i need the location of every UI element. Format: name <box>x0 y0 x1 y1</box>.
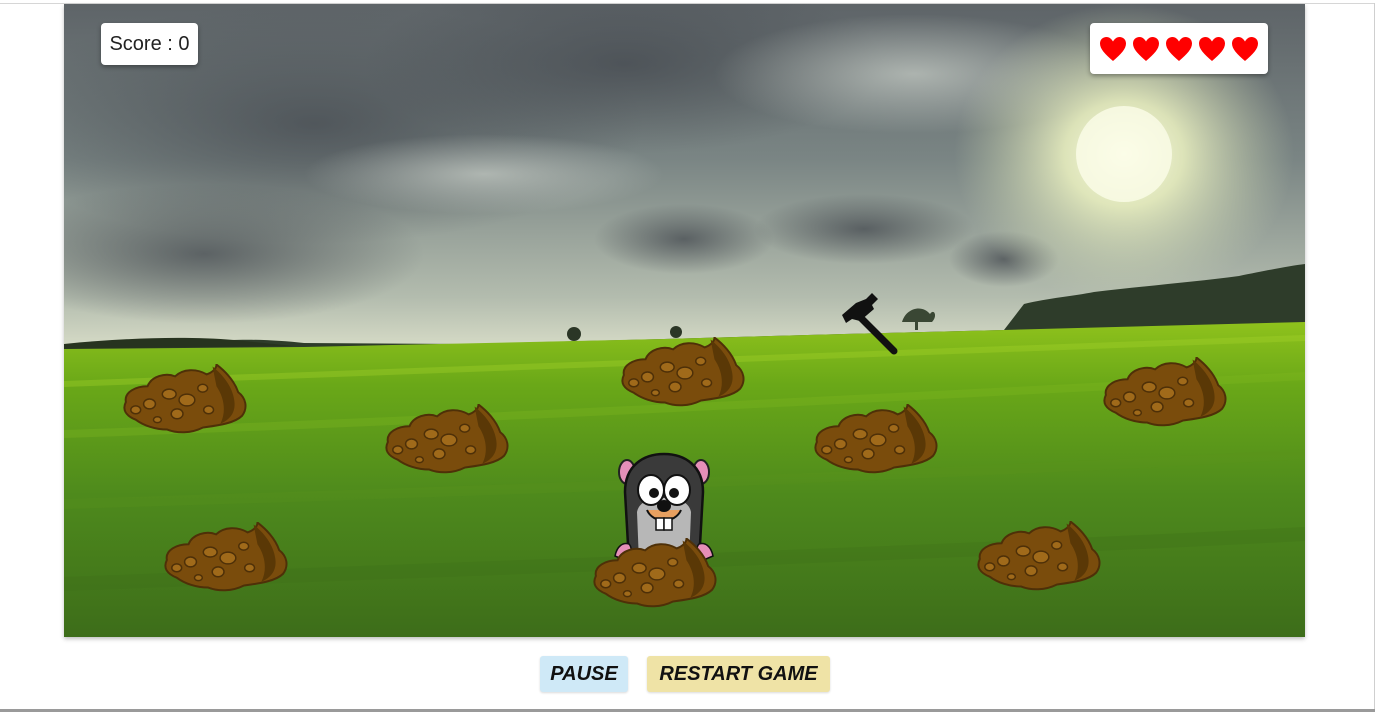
heart-icon <box>1166 36 1192 61</box>
mole-hole-3[interactable] <box>1098 357 1228 429</box>
heart-icon <box>1232 36 1258 61</box>
lives-display <box>1090 23 1268 74</box>
mole-hole-1[interactable] <box>118 364 248 436</box>
pause-button[interactable]: PAUSE <box>540 656 628 692</box>
hammer-icon <box>842 293 898 355</box>
mole-hole-2[interactable] <box>616 337 746 409</box>
score-display: Score : 0 <box>101 23 198 65</box>
heart-icon <box>1100 36 1126 61</box>
score-label: Score : 0 <box>109 32 190 55</box>
game-controls: PAUSE RESTART GAME <box>0 656 1375 692</box>
heart-icon <box>1133 36 1159 61</box>
heart-icon <box>1199 36 1225 61</box>
game-board[interactable]: Score : 0 <box>64 4 1305 637</box>
mole-hole-6[interactable] <box>159 522 289 594</box>
mole-hole-8[interactable] <box>588 538 718 610</box>
mole-hole-5[interactable] <box>809 404 939 476</box>
mole-hole-4[interactable] <box>380 404 510 476</box>
restart-game-button[interactable]: RESTART GAME <box>647 656 830 692</box>
mole-hole-9[interactable] <box>972 521 1102 593</box>
